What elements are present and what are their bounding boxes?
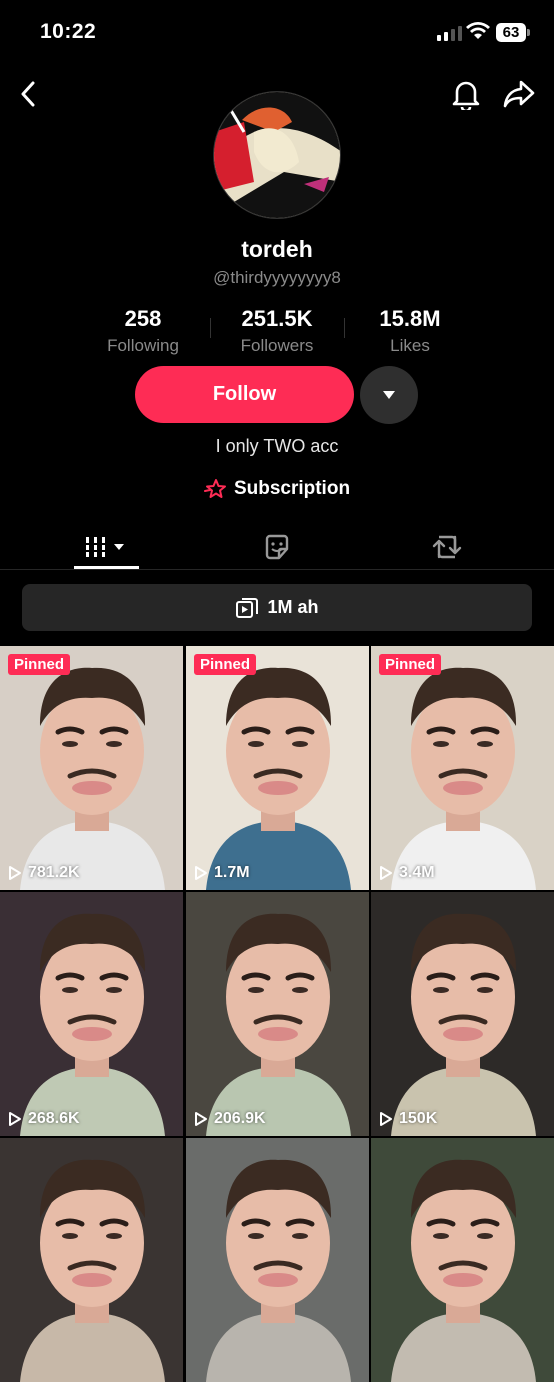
view-count: 781.2K bbox=[8, 864, 80, 882]
stat-following[interactable]: 258 Following bbox=[68, 306, 218, 356]
view-count: 150K bbox=[379, 1110, 437, 1128]
video-frame bbox=[20, 667, 165, 890]
play-icon bbox=[380, 866, 392, 880]
view-count-text: 1.7M bbox=[214, 864, 250, 881]
tab-reposts-stickers[interactable] bbox=[245, 525, 309, 569]
follow-button[interactable]: Follow bbox=[135, 366, 354, 423]
pinned-badge: Pinned bbox=[8, 654, 71, 675]
video-frame bbox=[206, 913, 351, 1136]
grid-icon bbox=[83, 537, 124, 557]
profile-bio: I only TWO acc bbox=[215, 436, 339, 456]
play-icon bbox=[380, 1112, 392, 1126]
battery-icon: 63 bbox=[496, 23, 526, 42]
stat-value: 251.5K bbox=[241, 306, 313, 331]
video-thumbnail[interactable]: Pinned 3.4M bbox=[371, 646, 554, 890]
tab-reposts[interactable] bbox=[415, 525, 479, 569]
pinned-badge: Pinned bbox=[194, 654, 257, 675]
sticker-icon bbox=[265, 534, 289, 560]
subscription-link[interactable]: Subscription bbox=[0, 478, 554, 500]
subscription-label: Subscription bbox=[233, 478, 351, 499]
share-icon[interactable] bbox=[500, 76, 538, 112]
video-frame bbox=[391, 667, 536, 890]
stat-label: Likes bbox=[390, 336, 430, 355]
subscription-star-icon bbox=[203, 479, 226, 498]
active-tab-indicator bbox=[74, 566, 139, 569]
view-count: 206.9K bbox=[194, 1110, 266, 1128]
view-count: 1.7M bbox=[194, 864, 250, 882]
user-handle: @thirdyyyyyyyy8 bbox=[213, 268, 341, 287]
username: tordeh bbox=[241, 236, 313, 262]
play-icon bbox=[9, 1112, 21, 1126]
video-frame bbox=[206, 667, 351, 890]
play-icon bbox=[195, 866, 207, 880]
stat-value: 258 bbox=[124, 306, 162, 331]
pinned-badge: Pinned bbox=[379, 654, 442, 675]
playlist-button[interactable]: 1M ah bbox=[22, 584, 532, 631]
stat-followers[interactable]: 251.5K Followers bbox=[202, 306, 352, 356]
video-thumbnail[interactable]: Pinned 781.2K bbox=[0, 646, 183, 890]
video-frame bbox=[391, 913, 536, 1136]
view-count-text: 3.4M bbox=[399, 864, 435, 881]
view-count-text: 781.2K bbox=[28, 864, 80, 881]
play-icon bbox=[195, 1112, 207, 1126]
video-thumbnail[interactable]: Pinned 1.7M bbox=[186, 646, 369, 890]
repost-icon bbox=[432, 535, 462, 559]
bell-icon[interactable] bbox=[448, 76, 484, 112]
stat-likes[interactable]: 15.8M Likes bbox=[335, 306, 485, 356]
video-frame bbox=[391, 1159, 536, 1382]
video-thumbnail[interactable]: 150K bbox=[371, 892, 554, 1136]
stat-value: 15.8M bbox=[379, 306, 441, 331]
battery-tip bbox=[527, 29, 530, 36]
caret-down-icon bbox=[383, 391, 395, 399]
video-frame bbox=[206, 1159, 351, 1382]
video-thumbnail[interactable] bbox=[371, 1138, 554, 1382]
play-icon bbox=[9, 866, 21, 880]
back-icon[interactable] bbox=[12, 78, 44, 110]
suggested-accounts-button[interactable] bbox=[360, 366, 418, 424]
view-count: 3.4M bbox=[379, 864, 435, 882]
video-thumbnail[interactable] bbox=[186, 1138, 369, 1382]
video-thumbnail[interactable] bbox=[0, 1138, 183, 1382]
video-thumbnail[interactable]: 268.6K bbox=[0, 892, 183, 1136]
avatar[interactable] bbox=[213, 91, 341, 219]
view-count: 268.6K bbox=[8, 1110, 80, 1128]
stat-label: Following bbox=[107, 336, 179, 355]
playlist-icon bbox=[236, 597, 259, 618]
view-count-text: 268.6K bbox=[28, 1110, 80, 1127]
video-frame bbox=[20, 913, 165, 1136]
video-frame bbox=[20, 1159, 165, 1382]
tab-videos[interactable] bbox=[74, 525, 139, 569]
playlist-label: 1M ah bbox=[267, 597, 319, 617]
status-time: 10:22 bbox=[40, 20, 97, 43]
wifi-icon bbox=[466, 22, 490, 45]
video-thumbnail[interactable]: 206.9K bbox=[186, 892, 369, 1136]
view-count-text: 150K bbox=[399, 1110, 438, 1127]
view-count-text: 206.9K bbox=[214, 1110, 266, 1127]
profile-tabs bbox=[0, 525, 554, 570]
cellular-signal-icon bbox=[437, 26, 462, 41]
stat-label: Followers bbox=[240, 336, 314, 355]
